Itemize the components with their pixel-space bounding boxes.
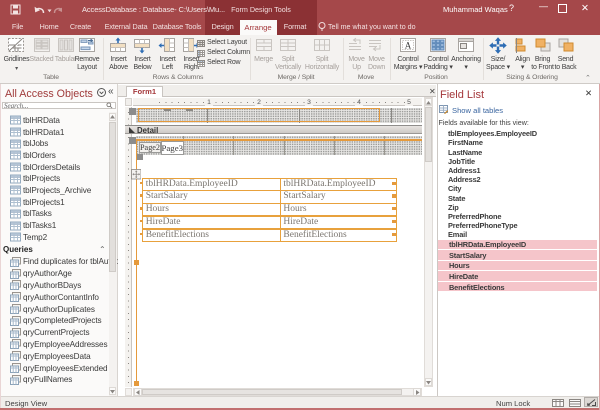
svg-text:A: A: [405, 41, 412, 51]
